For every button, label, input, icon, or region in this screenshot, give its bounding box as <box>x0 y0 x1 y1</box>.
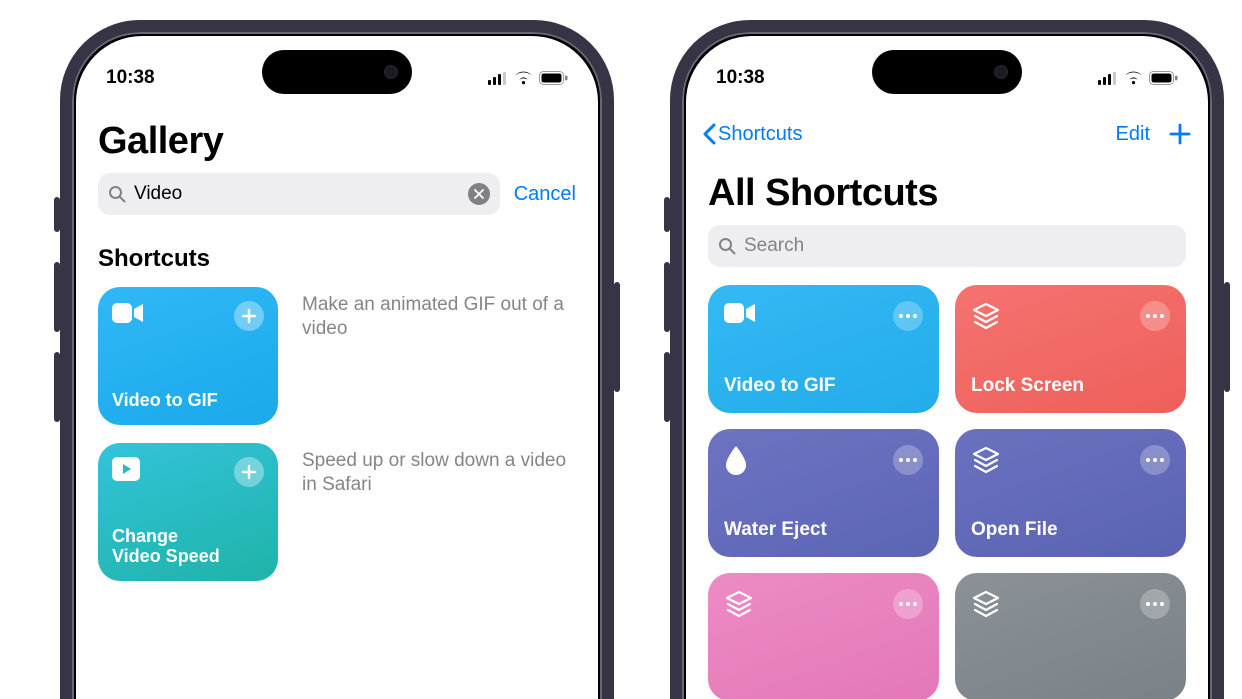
stack-icon <box>971 301 1001 331</box>
search-icon <box>108 185 126 203</box>
search-value: Video <box>134 183 460 205</box>
shortcut-card[interactable] <box>708 573 939 699</box>
add-shortcut-button[interactable] <box>234 457 264 487</box>
dynamic-island <box>872 50 1022 94</box>
search-icon <box>718 237 736 255</box>
more-button[interactable] <box>1140 445 1170 475</box>
wifi-icon <box>1124 71 1143 85</box>
more-button[interactable] <box>1140 589 1170 619</box>
wifi-icon <box>514 71 533 85</box>
tile-description: Make an animated GIF out of a video <box>302 287 576 341</box>
tile-label: Video to GIF <box>112 390 264 411</box>
play-icon <box>112 457 140 481</box>
chevron-left-icon <box>702 123 716 145</box>
add-shortcut-button[interactable] <box>234 301 264 331</box>
page-title: Gallery <box>98 120 576 163</box>
shortcut-card[interactable]: Open File <box>955 429 1186 557</box>
status-time: 10:38 <box>716 67 765 89</box>
tile-description: Speed up or slow down a video in Safari <box>302 443 576 497</box>
more-button[interactable] <box>893 589 923 619</box>
shortcut-card[interactable] <box>955 573 1186 699</box>
stack-icon <box>724 589 754 619</box>
back-label: Shortcuts <box>718 123 802 146</box>
search-placeholder: Search <box>744 235 1176 257</box>
shortcut-card[interactable]: Video to GIF <box>708 285 939 413</box>
card-label: Video to GIF <box>724 375 923 397</box>
stack-icon <box>971 589 1001 619</box>
phone-frame-right: 10:38 Shortcuts Edit All Shortcuts <box>670 20 1224 699</box>
shortcut-tile[interactable]: Change Video Speed <box>98 443 278 581</box>
tile-label: Change Video Speed <box>112 526 264 567</box>
card-label: Open File <box>971 519 1170 541</box>
status-time: 10:38 <box>106 67 155 89</box>
more-button[interactable] <box>893 445 923 475</box>
stack-icon <box>971 445 1001 475</box>
video-icon <box>724 301 756 325</box>
cellular-icon <box>1098 72 1118 85</box>
section-heading: Shortcuts <box>98 245 576 273</box>
search-field[interactable]: Video <box>98 173 500 215</box>
phone-frame-left: 10:38 Gallery Video <box>60 20 614 699</box>
page-title: All Shortcuts <box>708 172 1186 215</box>
card-label: Water Eject <box>724 519 923 541</box>
drop-icon <box>724 445 748 475</box>
battery-icon <box>539 71 568 85</box>
dynamic-island <box>262 50 412 94</box>
battery-icon <box>1149 71 1178 85</box>
edit-button[interactable]: Edit <box>1116 123 1150 146</box>
card-label: Lock Screen <box>971 375 1170 397</box>
shortcut-tile[interactable]: Video to GIF <box>98 287 278 425</box>
shortcut-card[interactable]: Water Eject <box>708 429 939 557</box>
nav-bar: Shortcuts Edit <box>686 110 1208 158</box>
clear-search-button[interactable] <box>468 183 490 205</box>
search-field[interactable]: Search <box>708 225 1186 267</box>
cancel-button[interactable]: Cancel <box>514 183 576 206</box>
gallery-row: Change Video Speed Speed up or slow down … <box>98 443 576 581</box>
video-icon <box>112 301 144 325</box>
back-button[interactable]: Shortcuts <box>702 123 802 146</box>
gallery-row: Video to GIF Make an animated GIF out of … <box>98 287 576 425</box>
more-button[interactable] <box>893 301 923 331</box>
shortcut-card[interactable]: Lock Screen <box>955 285 1186 413</box>
more-button[interactable] <box>1140 301 1170 331</box>
cellular-icon <box>488 72 508 85</box>
add-button[interactable] <box>1168 122 1192 146</box>
